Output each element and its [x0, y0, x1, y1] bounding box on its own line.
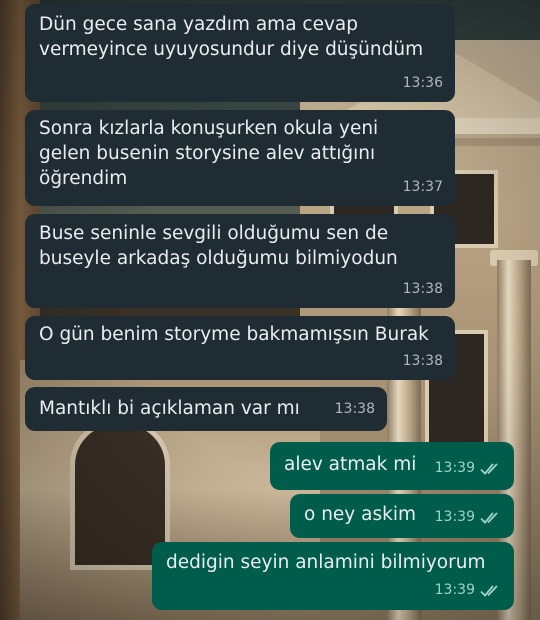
- message-time: 13:39: [434, 582, 475, 598]
- message-text: O gün benim storyme bakmamışsın Burak: [39, 324, 429, 345]
- message-time: 13:36: [402, 75, 443, 91]
- double-check-icon: [480, 462, 502, 476]
- message-bubble-outgoing[interactable]: alev atmak mi 13:39: [270, 442, 514, 490]
- message-bubble-outgoing[interactable]: dedigin seyin anlamini bilmiyorum 13:39: [152, 542, 514, 610]
- double-check-icon: [480, 511, 502, 525]
- message-bubble-incoming[interactable]: Mantıklı bi açıklaman var mı 13:38: [25, 387, 387, 431]
- message-time: 13:39: [434, 509, 475, 525]
- message-bubble-incoming[interactable]: Sonra kızlarla konuşurken okula yeni gel…: [25, 110, 455, 206]
- message-time: 13:39: [434, 460, 475, 476]
- message-bubble-incoming[interactable]: Dün gece sana yazdım ama cevap vermeyinc…: [25, 4, 455, 102]
- message-text: Buse seninle sevgili olduğumu sen de bus…: [39, 223, 398, 269]
- message-text: dedigin seyin anlamini bilmiyorum: [166, 552, 486, 573]
- message-bubble-incoming[interactable]: Buse seninle sevgili olduğumu sen de bus…: [25, 214, 455, 308]
- message-text: Dün gece sana yazdım ama cevap vermeyinc…: [39, 14, 424, 60]
- message-time: 13:38: [402, 281, 443, 297]
- message-list[interactable]: Dün gece sana yazdım ama cevap vermeyinc…: [0, 0, 540, 620]
- message-bubble-incoming[interactable]: O gün benim storyme bakmamışsın Burak 13…: [25, 316, 455, 380]
- message-time: 13:37: [402, 179, 443, 195]
- message-text: Sonra kızlarla konuşurken okula yeni gel…: [39, 118, 379, 189]
- double-check-icon: [480, 584, 502, 598]
- message-text: Mantıklı bi açıklaman var mı: [39, 398, 300, 419]
- message-time: 13:38: [334, 401, 375, 417]
- message-bubble-outgoing[interactable]: o ney askim 13:39: [290, 494, 514, 538]
- message-time: 13:38: [402, 353, 443, 369]
